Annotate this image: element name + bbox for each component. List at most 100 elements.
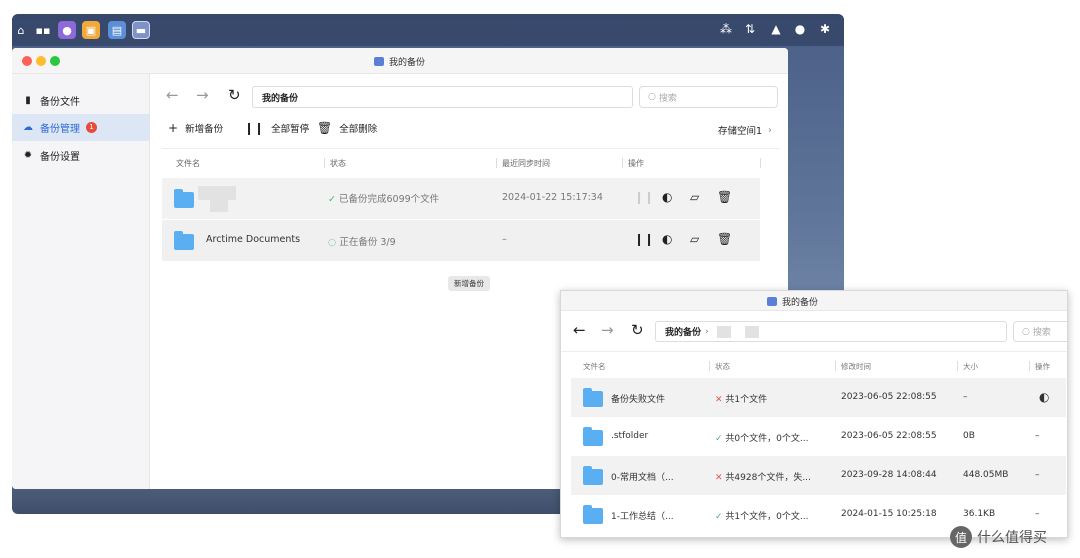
- bell-icon[interactable]: ▲: [768, 22, 784, 36]
- maximize-button[interactable]: [50, 56, 60, 66]
- action-cell: –: [1035, 509, 1040, 519]
- path-bar[interactable]: 我的备份: [252, 86, 633, 108]
- column-separator: [835, 361, 836, 371]
- file-icon: ▮: [25, 95, 31, 106]
- column-separator: [1029, 361, 1030, 371]
- column-separator: [760, 158, 761, 168]
- window-title: 我的备份: [374, 55, 425, 68]
- sync-icon[interactable]: ◐: [662, 190, 672, 204]
- window-titlebar: 我的备份: [561, 291, 1067, 311]
- folder-icon: [583, 505, 603, 524]
- search-icon: ○: [1022, 326, 1030, 337]
- status-text: 正在备份 3/9: [339, 237, 396, 248]
- delete-all-button[interactable]: 🗑 全部删除: [317, 121, 377, 135]
- backup-app-icon[interactable]: ▬: [132, 21, 150, 39]
- settings-icon[interactable]: ✱: [817, 22, 833, 36]
- path-text: 我的备份: [262, 93, 299, 104]
- search-input[interactable]: ○ 搜索: [1013, 321, 1067, 342]
- table-row[interactable]: 0-常用文档（... ✕ 共4928个文件，失... 2023-09-28 14…: [571, 456, 1066, 495]
- top-bar: ⌂ ▪▪ ● ▣ ▤ ▬ ⁂ ⇅ ▲ ● ✱: [12, 14, 844, 46]
- status-text: 共4928个文件，失...: [725, 473, 811, 483]
- redacted-path: [744, 325, 759, 338]
- plus-icon: +: [168, 121, 179, 135]
- table-row[interactable]: 备份失败文件 ✕ 共1个文件 2023-06-05 22:08:55 – ◐: [571, 378, 1066, 417]
- add-backup-button[interactable]: + 新增备份: [168, 121, 223, 135]
- sidebar-item-backup-settings[interactable]: ✹ 备份设置: [12, 142, 150, 169]
- home-icon[interactable]: ⌂: [12, 21, 30, 39]
- sidebar-item-label: 备份设置: [40, 152, 80, 163]
- action-cell: –: [1035, 470, 1040, 480]
- divider: [162, 148, 780, 149]
- search-input[interactable]: ○ 搜索: [639, 86, 778, 108]
- last-sync-time: –: [502, 234, 507, 245]
- pause-icon[interactable]: ❙❙: [634, 232, 654, 246]
- watermark-logo-icon: 值: [950, 526, 972, 548]
- file-name: Arctime Documents: [206, 234, 301, 245]
- app-icon-1[interactable]: ●: [58, 21, 76, 39]
- close-button[interactable]: [22, 56, 32, 66]
- file-size: 36.1KB: [963, 509, 996, 519]
- retry-icon[interactable]: ◐: [1039, 390, 1049, 404]
- sidebar-item-backup-files[interactable]: ▮ 备份文件: [12, 87, 150, 114]
- back-arrow-icon[interactable]: ←: [573, 321, 586, 339]
- storage-label: 存储空间1: [718, 126, 763, 137]
- table-row[interactable]: ✓ 已备份完成6099个文件 2024-01-22 15:17:34 ❙❙ ◐ …: [162, 178, 760, 219]
- refresh-icon[interactable]: ↻: [631, 321, 644, 339]
- forward-arrow-icon[interactable]: →: [601, 321, 614, 339]
- search-placeholder: 搜索: [658, 93, 677, 104]
- pause-all-label: 全部暂停: [271, 124, 310, 135]
- backup-app-icon: [767, 297, 777, 306]
- folder-icon: [583, 466, 603, 485]
- column-header-actions: 操作: [628, 159, 644, 168]
- refresh-icon[interactable]: ↻: [228, 86, 241, 104]
- watermark: 值 什么值得买: [950, 526, 1047, 548]
- sidebar-item-backup-management[interactable]: ☁ 备份管理 1: [12, 114, 150, 141]
- trash-icon[interactable]: 🗑: [717, 190, 732, 204]
- table-row[interactable]: .stfolder ✓ 共0个文件，0个文... 2023-06-05 22:0…: [571, 417, 1066, 456]
- storage-selector[interactable]: 存储空间1 ›: [718, 123, 772, 138]
- pause-icon[interactable]: ❙❙: [634, 190, 654, 204]
- check-icon: ✓: [715, 434, 723, 444]
- file-name: 0-常用文档（...: [611, 473, 674, 483]
- redacted-name: [198, 186, 236, 200]
- file-size: –: [963, 392, 968, 402]
- app-icon-3[interactable]: ▤: [108, 21, 126, 39]
- watermark-text: 什么值得买: [977, 530, 1047, 546]
- column-header-name: 文件名: [583, 362, 606, 371]
- status-cell: ◌ 正在备份 3/9: [328, 234, 396, 248]
- redacted-path: [716, 325, 731, 338]
- path-text: 我的备份: [665, 328, 702, 338]
- user-icon[interactable]: ●: [792, 22, 808, 36]
- status-cell: ✕ 共1个文件: [715, 392, 767, 405]
- trash-icon[interactable]: 🗑: [717, 232, 732, 246]
- folder-open-icon[interactable]: ▱: [690, 190, 699, 204]
- back-arrow-icon[interactable]: ←: [166, 86, 179, 104]
- status-cell: ✓ 共1个文件，0个文...: [715, 509, 808, 522]
- search-placeholder: 搜索: [1032, 328, 1051, 338]
- forward-arrow-icon[interactable]: →: [196, 86, 209, 104]
- window-titlebar: 我的备份: [12, 48, 788, 74]
- app-icon-2[interactable]: ▣: [82, 21, 100, 39]
- minimize-button[interactable]: [36, 56, 46, 66]
- sync-icon[interactable]: ◐: [662, 232, 672, 246]
- column-header-status: 状态: [715, 362, 730, 371]
- modified-time: 2024-01-15 10:25:18: [841, 509, 937, 519]
- window-title-text: 我的备份: [389, 58, 426, 68]
- transfer-icon[interactable]: ⇅: [742, 22, 758, 36]
- network-icon[interactable]: ⁂: [718, 22, 734, 36]
- folder-icon: [174, 189, 194, 208]
- backup-detail-window: 我的备份 ← → ↻ 我的备份 › ○ 搜索 文件名 状态 修改时间 大小 操作…: [560, 290, 1068, 538]
- pause-all-button[interactable]: ❙❙ 全部暂停: [244, 121, 309, 135]
- path-bar[interactable]: 我的备份 ›: [655, 321, 1007, 342]
- sidebar-item-label: 备份文件: [40, 97, 80, 108]
- column-separator: [496, 158, 497, 168]
- folder-open-icon[interactable]: ▱: [690, 232, 699, 246]
- error-x-icon: ✕: [715, 473, 723, 483]
- error-x-icon: ✕: [715, 395, 723, 405]
- table-row[interactable]: Arctime Documents ◌ 正在备份 3/9 – ❙❙ ◐ ▱ 🗑: [162, 220, 760, 261]
- chevron-right-icon: ›: [768, 124, 772, 136]
- folder-icon: [174, 231, 194, 250]
- trash-icon: 🗑: [317, 121, 333, 135]
- redacted-name: [210, 200, 228, 212]
- apps-grid-icon[interactable]: ▪▪: [34, 21, 52, 39]
